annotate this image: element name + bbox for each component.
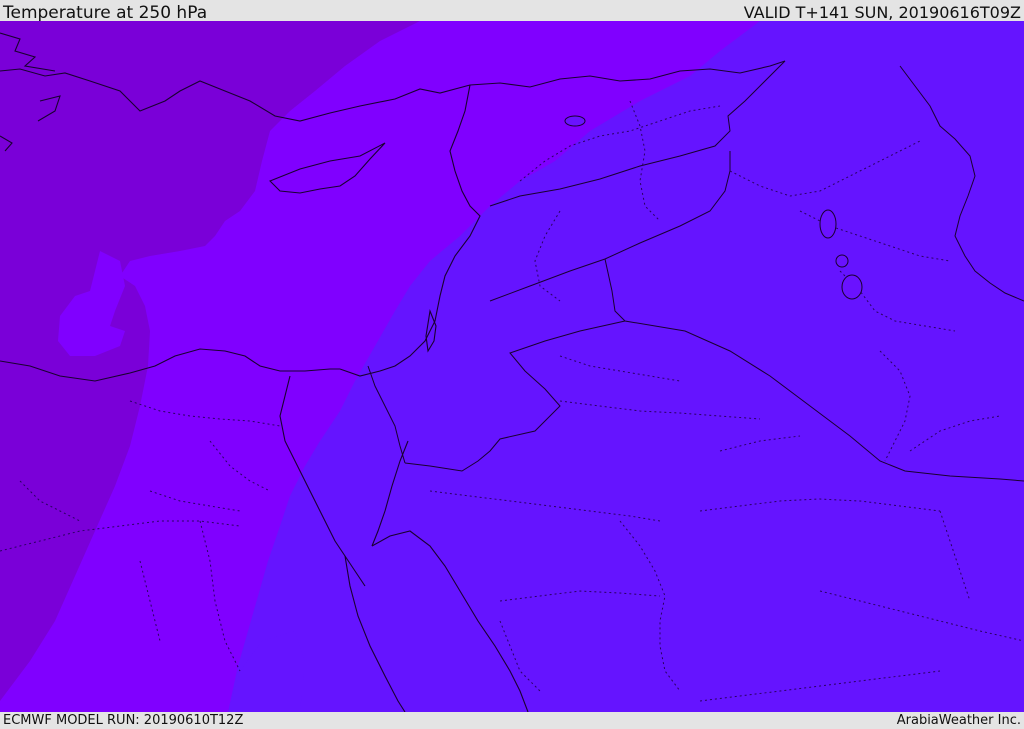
footer-bar: ECMWF MODEL RUN: 20190610T12Z ArabiaWeat… — [0, 712, 1024, 729]
temperature-map — [0, 21, 1024, 712]
model-run-label: ECMWF MODEL RUN: 20190610T12Z — [3, 713, 244, 728]
lake-razazah — [841, 274, 863, 300]
lake-habbaniyah — [835, 254, 849, 268]
lake-assad — [564, 115, 586, 127]
map-title: Temperature at 250 hPa — [3, 3, 208, 23]
header-bar: Temperature at 250 hPa VALID T+141 SUN, … — [0, 0, 1024, 23]
lake-tharthar — [819, 209, 837, 239]
credit-label: ArabiaWeather Inc. — [896, 713, 1021, 728]
weather-map-page: Temperature at 250 hPa VALID T+141 SUN, … — [0, 0, 1024, 729]
valid-time-label: VALID T+141 SUN, 20190616T09Z — [743, 3, 1021, 22]
